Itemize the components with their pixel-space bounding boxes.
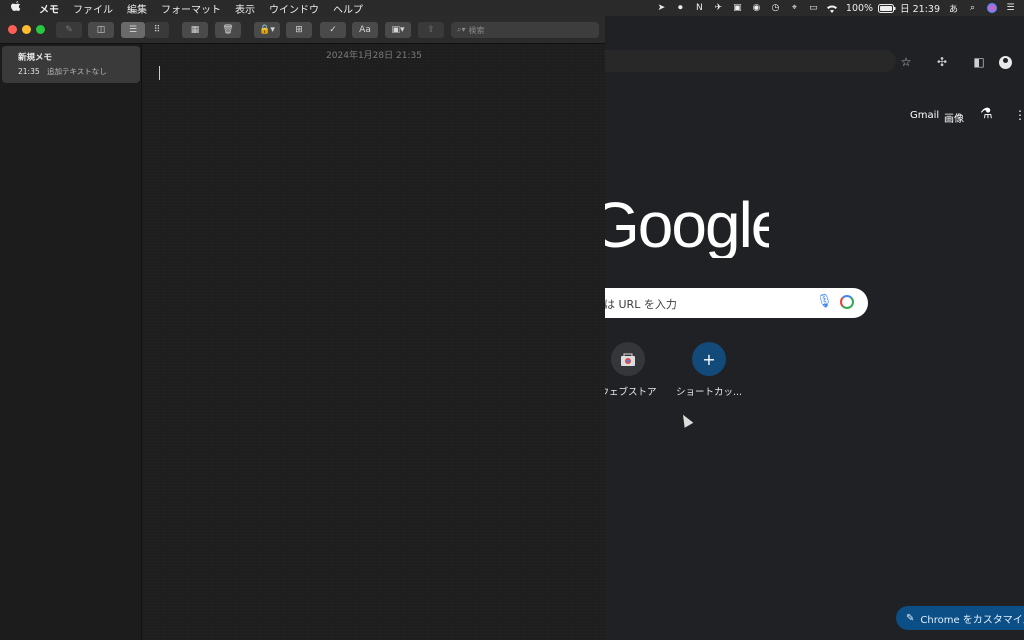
chrome-address-bar[interactable] (604, 50, 896, 72)
images-link[interactable]: 画像 (944, 110, 964, 125)
webstore-icon (611, 342, 645, 376)
notes-list-sidebar: 新規メモ 21:35 追加テキストなし (0, 44, 142, 640)
menu-file[interactable]: ファイル (66, 1, 120, 16)
shortcut-label: ウェブストア (599, 387, 657, 398)
trash-icon[interactable]: 🗑 (215, 22, 241, 38)
time-machine-icon[interactable]: ◷ (766, 0, 785, 16)
share-icon[interactable]: ⇪ (418, 22, 444, 38)
menu-window[interactable]: ウインドウ (262, 1, 326, 16)
extensions-icon[interactable]: ✣ (934, 54, 950, 70)
text-caret (159, 66, 160, 80)
side-panel-icon[interactable]: ◧ (971, 54, 987, 70)
gmail-link[interactable]: Gmail (910, 110, 939, 121)
menu-format[interactable]: フォーマット (154, 1, 228, 16)
apps-grid-icon[interactable]: ⋮ (1014, 108, 1024, 122)
search-placeholder: は URL を入力 (604, 298, 677, 311)
rocket-icon[interactable]: ✈ (709, 0, 728, 16)
bookmark-star-icon[interactable]: ☆ (898, 54, 914, 70)
font-format-button[interactable]: Aa (352, 22, 378, 38)
notes-search-placeholder: 検索 (468, 25, 485, 35)
crosshair-icon[interactable]: ⌖ (785, 0, 804, 16)
media-icon[interactable]: ▣▾ (385, 22, 411, 38)
minimize-window-button[interactable] (22, 25, 31, 34)
notion-icon[interactable]: N (690, 0, 709, 16)
spotlight-search-icon[interactable]: ⌕ (963, 0, 982, 16)
screenshot-app-icon[interactable]: ▣ (728, 0, 747, 16)
notes-search-field[interactable]: ⌕▾ 検索 (451, 22, 599, 38)
keyboard-icon[interactable]: ▭ (804, 0, 823, 16)
google-logo: Google (604, 189, 769, 258)
customize-chrome-button[interactable]: ✎ Chrome をカスタマイズ (896, 606, 1024, 630)
battery-percent: 100% (845, 2, 874, 14)
profile-icon[interactable] (997, 54, 1013, 70)
search-icon: ⌕▾ (457, 25, 466, 34)
notes-window: ✎ ◫ ☰ ⠿ ▦ 🗑 🔒▾ ⊞ ✓ Aa ▣▾ ⇪ ⌕▾ 検索 新規メモ 21… (0, 16, 605, 640)
voice-search-mic-icon[interactable]: 🎙 (816, 294, 833, 309)
notes-toolbar: ✎ ◫ ☰ ⠿ ▦ 🗑 🔒▾ ⊞ ✓ Aa ▣▾ ⇪ ⌕▾ 検索 (0, 16, 605, 44)
zoom-window-button[interactable] (36, 25, 45, 34)
shortcut-label: ショートカッ... (676, 387, 743, 398)
menu-view[interactable]: 表示 (228, 1, 262, 16)
compose-note-icon[interactable]: ✎ (56, 22, 82, 38)
note-editor[interactable]: 2024年1月28日 21:35 (143, 44, 605, 640)
sidebar-toggle-icon[interactable]: ◫ (88, 22, 114, 38)
note-preview: 追加テキストなし (47, 67, 107, 76)
lock-icon[interactable]: 🔒▾ (254, 22, 280, 38)
pencil-icon: ✎ (906, 612, 915, 624)
note-time: 21:35 (18, 67, 40, 76)
menubar-clock[interactable]: 日 21:39 (896, 1, 944, 15)
menu-notes[interactable]: メモ (32, 1, 66, 16)
customize-label: Chrome をカスタマイズ (920, 614, 1024, 626)
note-title: 新規メモ (18, 53, 53, 63)
wifi-icon[interactable] (823, 0, 842, 16)
google-search-box[interactable]: は URL を入力 🎙 (604, 288, 868, 318)
note-list-item[interactable]: 新規メモ 21:35 追加テキストなし (2, 46, 140, 83)
list-view-icon[interactable]: ☰ (121, 22, 145, 38)
labs-flask-icon[interactable]: ⚗ (980, 106, 993, 122)
menu-bar: メモ ファイル 編集 フォーマット 表示 ウインドウ ヘルプ ➤ ⏺ N ✈ ▣… (0, 0, 1024, 16)
menu-help[interactable]: ヘルプ (326, 1, 370, 16)
menu-edit[interactable]: 編集 (120, 1, 154, 16)
add-shortcut[interactable]: + ショートカッ... (676, 342, 742, 398)
location-arrow-icon[interactable]: ➤ (652, 0, 671, 16)
stop-record-icon[interactable]: ⏺ (671, 0, 690, 16)
input-method-indicator[interactable]: あ (944, 0, 963, 16)
shortcut-webstore[interactable]: ウェブストア (598, 342, 658, 398)
table-icon[interactable]: ⊞ (286, 22, 312, 38)
checklist-icon[interactable]: ✓ (320, 22, 346, 38)
apple-menu-icon[interactable] (0, 1, 32, 15)
gallery-view-icon[interactable]: ⠿ (145, 22, 169, 38)
control-center-icon[interactable]: ☰ (1001, 0, 1020, 16)
close-window-button[interactable] (8, 25, 17, 34)
plus-icon: + (692, 342, 726, 376)
chrome-window: ☆ ✣ ◧ Gmail 画像 ⚗ ⋮ (604, 16, 1024, 640)
siri-icon[interactable] (982, 0, 1001, 16)
chrome-toolbar (604, 44, 1024, 78)
note-date: 2024年1月28日 21:35 (326, 51, 422, 61)
google-lens-icon[interactable] (840, 295, 854, 309)
battery-icon[interactable] (877, 0, 896, 16)
attachments-icon[interactable]: ▦ (182, 22, 208, 38)
compass-icon[interactable]: ◉ (747, 0, 766, 16)
